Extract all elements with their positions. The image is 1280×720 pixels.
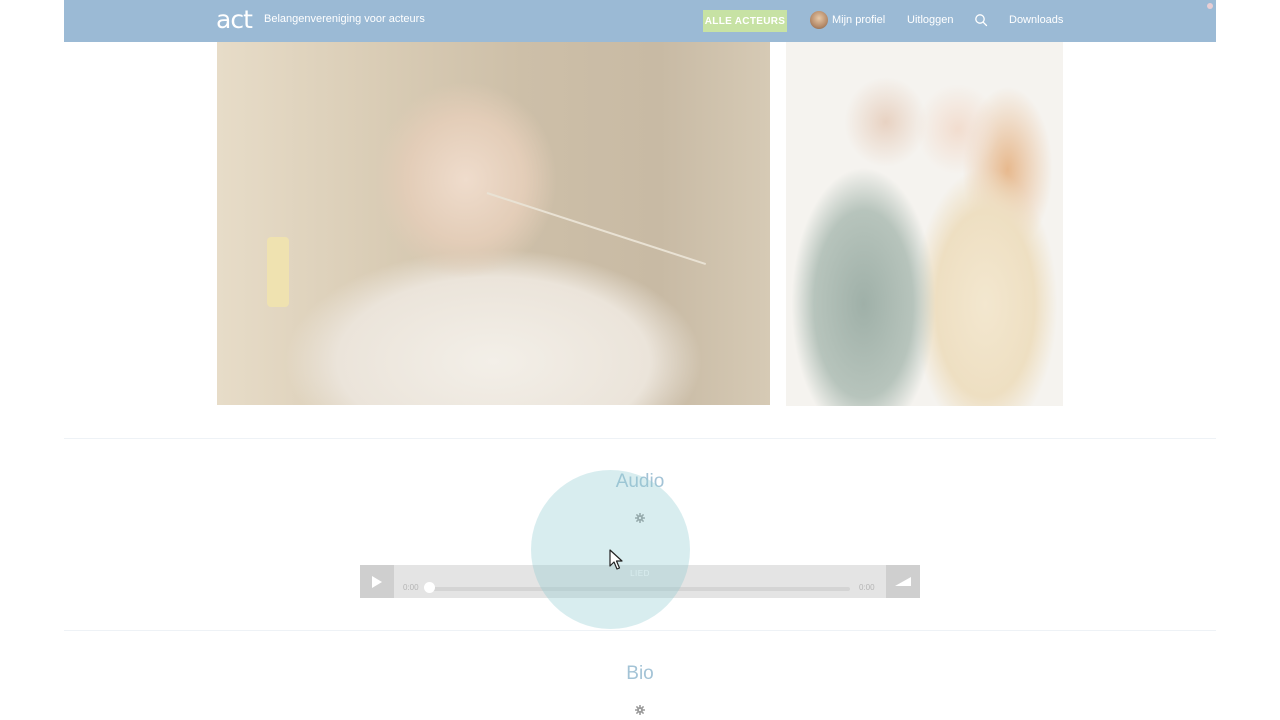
downloads-link[interactable]: Downloads — [1009, 14, 1063, 26]
alle-acteurs-button[interactable]: ALLE ACTEURS — [703, 10, 787, 32]
act-logo[interactable]: act — [216, 6, 253, 34]
duration-time: 0:00 — [859, 583, 875, 592]
quill-shape — [486, 192, 707, 266]
search-icon[interactable] — [974, 13, 988, 27]
section-divider — [64, 630, 1216, 631]
section-divider — [64, 438, 1216, 439]
bio-section-title: Bio — [626, 663, 654, 684]
current-time: 0:00 — [403, 583, 419, 592]
site-tagline: Belangenvereniging voor acteurs — [264, 13, 425, 25]
volume-icon — [895, 577, 911, 586]
profile-avatar[interactable] — [810, 11, 828, 29]
actor-photo-main[interactable] — [217, 42, 770, 405]
gear-icon[interactable] — [635, 705, 645, 715]
navbar-content: act Belangenvereniging voor acteurs ALLE… — [64, 0, 1216, 42]
candle-shape — [267, 237, 289, 307]
progress-thumb[interactable] — [424, 582, 435, 593]
mijn-profiel-link[interactable]: Mijn profiel — [832, 14, 885, 26]
corner-indicator-icon — [1207, 3, 1213, 9]
uitloggen-link[interactable]: Uitloggen — [907, 14, 953, 26]
mouse-cursor-icon — [609, 549, 623, 570]
actor-photo-couple[interactable] — [786, 42, 1063, 406]
volume-button[interactable] — [886, 565, 920, 598]
